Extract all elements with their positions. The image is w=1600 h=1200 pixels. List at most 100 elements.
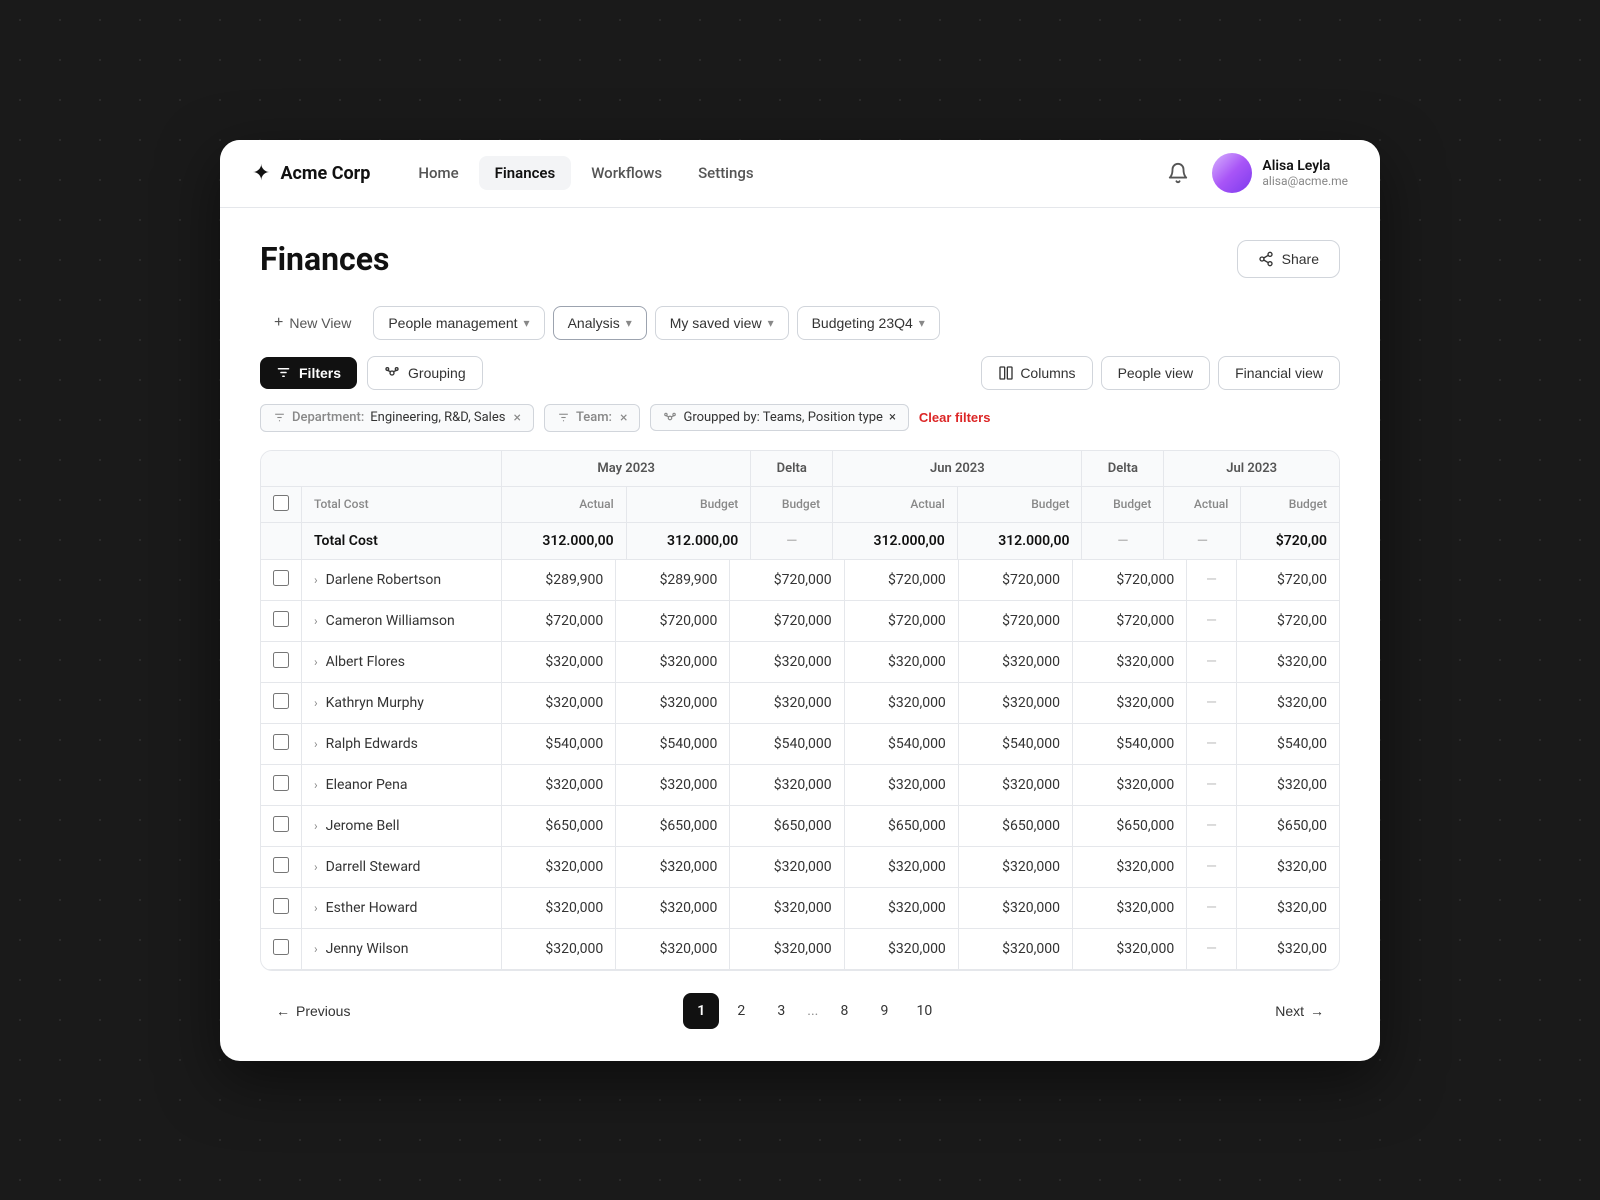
- expand-arrow-4[interactable]: ›: [314, 737, 318, 751]
- sub-header-row: Total Cost Actual Budget Budget Actual B…: [261, 486, 1339, 522]
- row-4-val-0: $540,000: [502, 723, 616, 764]
- row-7-val-6: —: [1187, 846, 1237, 887]
- row-5-val-2: $320,000: [730, 764, 844, 805]
- row-6-val-6: —: [1187, 805, 1237, 846]
- row-checkbox-1[interactable]: [273, 611, 289, 627]
- chevron-icon: ▾: [626, 316, 632, 330]
- row-3-val-7: $320,00: [1236, 682, 1339, 723]
- plus-icon: +: [274, 314, 283, 332]
- row-2-val-1: $320,000: [616, 641, 730, 682]
- row-6-val-3: $650,000: [844, 805, 958, 846]
- select-all-checkbox[interactable]: [273, 495, 289, 511]
- filters-button[interactable]: Filters: [260, 357, 357, 389]
- user-area: Alisa Leyla alisa@acme.me: [1212, 153, 1348, 193]
- page-num-9[interactable]: 9: [866, 993, 902, 1029]
- filter-icon: [273, 411, 286, 424]
- row-checkbox-5[interactable]: [273, 775, 289, 791]
- logo-icon: ✦: [252, 161, 270, 186]
- nav-workflows[interactable]: Workflows: [575, 156, 678, 190]
- jun-actual-header: Actual: [833, 486, 958, 522]
- expand-arrow-9[interactable]: ›: [314, 942, 318, 956]
- table-row: › Jerome Bell $650,000$650,000$650,000$6…: [261, 805, 1339, 846]
- row-5-val-4: $320,000: [958, 764, 1072, 805]
- bell-icon[interactable]: [1160, 155, 1196, 191]
- remove-team-filter[interactable]: ×: [620, 410, 627, 426]
- filter-icon: [557, 411, 570, 424]
- people-view-button[interactable]: People view: [1101, 356, 1211, 390]
- row-checkbox-6[interactable]: [273, 816, 289, 832]
- page-num-3[interactable]: 3: [763, 993, 799, 1029]
- expand-arrow-1[interactable]: ›: [314, 614, 318, 628]
- row-5-val-7: $320,00: [1236, 764, 1339, 805]
- share-button[interactable]: Share: [1237, 240, 1340, 278]
- person-name-6: Jerome Bell: [326, 818, 400, 834]
- page-numbers: 123...8910: [683, 993, 942, 1029]
- filter-right: Columns People view Financial view: [981, 356, 1340, 390]
- tab-budgeting[interactable]: Budgeting 23Q4 ▾: [797, 306, 940, 340]
- tab-people-management[interactable]: People management ▾: [373, 306, 544, 340]
- new-view-button[interactable]: + New View: [260, 306, 365, 340]
- row-7-val-7: $320,00: [1236, 846, 1339, 887]
- row-8-val-4: $320,000: [958, 887, 1072, 928]
- delta1-header: Delta: [751, 451, 833, 487]
- page-num-10[interactable]: 10: [906, 993, 942, 1029]
- data-table-wrapper: May 2023 Delta Jun 2023 Delta Jul 2023 T…: [260, 450, 1340, 971]
- row-checkbox-4[interactable]: [273, 734, 289, 750]
- nav-home[interactable]: Home: [402, 156, 474, 190]
- expand-arrow-2[interactable]: ›: [314, 655, 318, 669]
- navbar-right: Alisa Leyla alisa@acme.me: [1160, 153, 1348, 193]
- row-checkbox-0[interactable]: [273, 570, 289, 586]
- expand-arrow-6[interactable]: ›: [314, 819, 318, 833]
- row-check-cell: [261, 560, 302, 601]
- expand-arrow-0[interactable]: ›: [314, 573, 318, 587]
- expand-arrow-8[interactable]: ›: [314, 901, 318, 915]
- row-checkbox-9[interactable]: [273, 939, 289, 955]
- table-row: › Darrell Steward $320,000$320,000$320,0…: [261, 846, 1339, 887]
- row-name-cell-1: › Cameron Williamson: [302, 600, 502, 641]
- person-name-2: Albert Flores: [326, 654, 405, 670]
- row-check-cell: [261, 887, 302, 928]
- total-may-actual: 312.000,00: [502, 522, 627, 559]
- expand-arrow-5[interactable]: ›: [314, 778, 318, 792]
- expand-arrow-3[interactable]: ›: [314, 696, 318, 710]
- nav-finances[interactable]: Finances: [479, 156, 572, 190]
- total-cost-label: Total Cost: [302, 522, 502, 559]
- share-label: Share: [1282, 251, 1319, 267]
- user-info: Alisa Leyla alisa@acme.me: [1262, 158, 1348, 188]
- previous-button[interactable]: ← Previous: [260, 995, 366, 1027]
- grouped-by-text: Groupped by: Teams, Position type: [683, 410, 882, 425]
- total-row: Total Cost 312.000,00 312.000,00 — 312.0…: [261, 522, 1339, 559]
- nav-settings[interactable]: Settings: [682, 156, 770, 190]
- row-checkbox-8[interactable]: [273, 898, 289, 914]
- row-checkbox-2[interactable]: [273, 652, 289, 668]
- row-1-val-3: $720,000: [844, 600, 958, 641]
- tab-analysis[interactable]: Analysis ▾: [553, 306, 647, 340]
- jul-budget-header: Budget: [1241, 486, 1339, 522]
- row-9-val-6: —: [1187, 928, 1237, 969]
- tab-people-label: People management: [388, 315, 517, 331]
- remove-grouped-filter[interactable]: ×: [889, 410, 896, 425]
- next-button[interactable]: Next →: [1259, 995, 1340, 1027]
- row-6-val-5: $650,000: [1073, 805, 1187, 846]
- expand-arrow-7[interactable]: ›: [314, 860, 318, 874]
- page-num-8[interactable]: 8: [826, 993, 862, 1029]
- remove-dept-filter[interactable]: ×: [513, 410, 520, 426]
- page-num-2[interactable]: 2: [723, 993, 759, 1029]
- page-header: Finances Share: [260, 240, 1340, 278]
- columns-button[interactable]: Columns: [981, 356, 1092, 390]
- tab-my-saved-view[interactable]: My saved view ▾: [655, 306, 789, 340]
- grouping-button[interactable]: Grouping: [367, 356, 483, 390]
- row-checkbox-3[interactable]: [273, 693, 289, 709]
- right-arrow-icon: →: [1310, 1003, 1324, 1019]
- row-2-val-2: $320,000: [730, 641, 844, 682]
- page-num-1[interactable]: 1: [683, 993, 719, 1029]
- row-checkbox-7[interactable]: [273, 857, 289, 873]
- clear-filters-button[interactable]: Clear filters: [919, 410, 991, 425]
- row-7-val-0: $320,000: [502, 846, 616, 887]
- next-label: Next: [1275, 1003, 1304, 1019]
- logo-text: Acme Corp: [280, 163, 370, 184]
- group-icon: [663, 411, 677, 425]
- row-4-val-2: $540,000: [730, 723, 844, 764]
- row-1-val-5: $720,000: [1073, 600, 1187, 641]
- financial-view-button[interactable]: Financial view: [1218, 356, 1340, 390]
